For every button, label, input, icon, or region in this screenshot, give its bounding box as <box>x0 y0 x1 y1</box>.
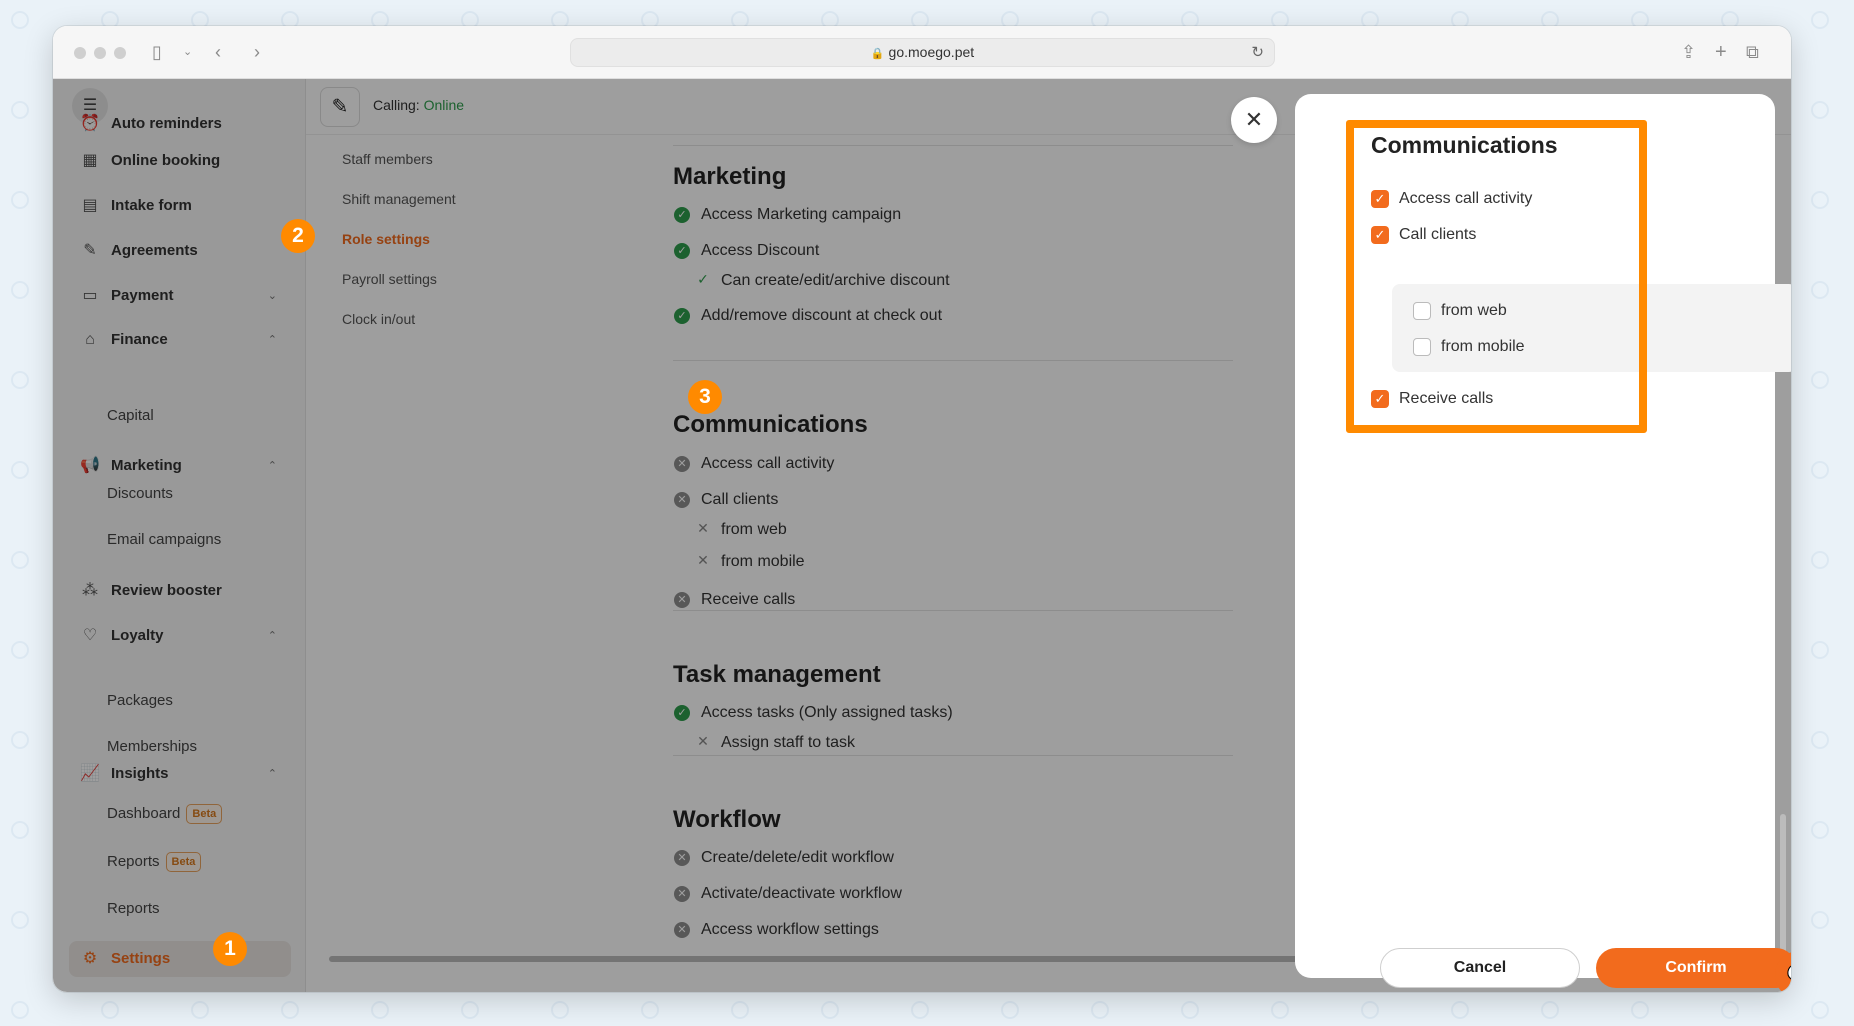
step-badge-2: 2 <box>281 219 315 253</box>
cancel-button[interactable]: Cancel <box>1380 948 1580 988</box>
back-icon[interactable]: ‹ <box>215 41 221 63</box>
browser-window: ▯ ⌄ ‹ › 🔒 go.moego.pet ↻ ⇪ + ⧉ ☰ ⏰ Auto re… <box>53 26 1791 992</box>
chevron-down-icon[interactable]: ⌄ <box>183 41 192 63</box>
lock-icon: 🔒 <box>870 48 885 60</box>
minimize-window-dot[interactable] <box>94 47 106 59</box>
forward-icon[interactable]: › <box>254 41 260 63</box>
close-icon: ✕ <box>1244 107 1264 132</box>
share-icon[interactable]: ⇪ <box>1681 41 1696 63</box>
sidebar-toggle-icon[interactable]: ▯ <box>152 41 162 63</box>
tabs-overview-icon[interactable]: ⧉ <box>1746 41 1759 63</box>
close-drawer-button[interactable]: ✕ <box>1231 97 1277 143</box>
maximize-window-dot[interactable] <box>114 47 126 59</box>
browser-titlebar: ▯ ⌄ ‹ › 🔒 go.moego.pet ↻ ⇪ + ⧉ <box>53 26 1791 79</box>
step-badge-1: 1 <box>213 932 247 966</box>
close-window-dot[interactable] <box>74 47 86 59</box>
step-badge-3: 3 <box>688 380 722 414</box>
new-tab-icon[interactable]: + <box>1715 41 1727 63</box>
confirm-button[interactable]: Confirm <box>1596 948 1791 988</box>
url-text: go.moego.pet <box>888 44 975 60</box>
annotation-highlight-box <box>1346 120 1647 433</box>
reload-icon[interactable]: ↻ <box>1251 39 1264 66</box>
address-bar[interactable]: 🔒 go.moego.pet ↻ <box>570 38 1275 67</box>
